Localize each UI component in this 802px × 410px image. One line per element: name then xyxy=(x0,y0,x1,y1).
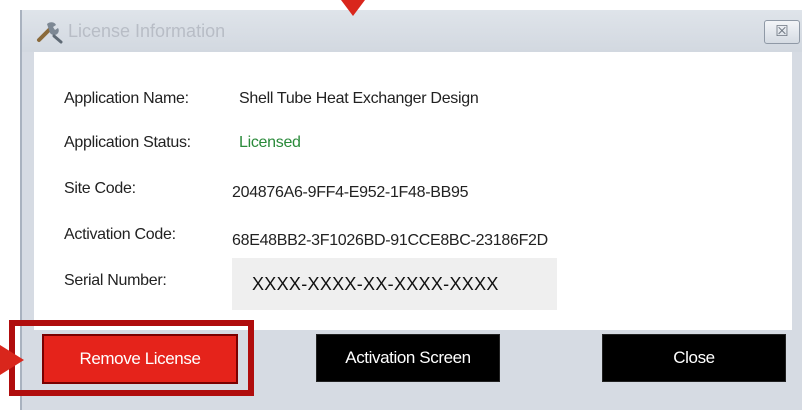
pointer-arrow-top xyxy=(341,0,365,16)
activation-screen-button[interactable]: Activation Screen xyxy=(316,334,500,382)
activation-code-value: 68E48BB2-3F1026BD-91CCE8BC-23186F2D xyxy=(232,232,548,249)
app-name-value: Shell Tube Heat Exchanger Design xyxy=(239,90,479,107)
serial-number-label: Serial Number: xyxy=(64,272,167,289)
app-name-label: Application Name: xyxy=(64,90,189,107)
serial-number-field[interactable]: XXXX-XXXX-XX-XXXX-XXXX xyxy=(232,258,557,310)
tools-icon xyxy=(37,22,63,44)
license-info-panel: Application Name: Shell Tube Heat Exchan… xyxy=(34,52,792,330)
activation-code-label: Activation Code: xyxy=(64,226,176,243)
close-window-button[interactable]: ☒ xyxy=(764,20,800,44)
app-status-label: Application Status: xyxy=(64,134,191,151)
serial-number-value: XXXX-XXXX-XX-XXXX-XXXX xyxy=(252,274,499,294)
title-bar: License Information ☒ xyxy=(22,10,802,52)
close-icon: ☒ xyxy=(775,23,789,40)
pointer-arrow-left xyxy=(0,345,24,375)
remove-license-highlight xyxy=(9,320,254,396)
site-code-label: Site Code: xyxy=(64,180,136,197)
site-code-value: 204876A6-9FF4-E952-1F48-BB95 xyxy=(232,184,469,201)
window-title: License Information xyxy=(68,21,226,41)
app-status-value: Licensed xyxy=(239,134,301,151)
close-button[interactable]: Close xyxy=(602,334,786,382)
